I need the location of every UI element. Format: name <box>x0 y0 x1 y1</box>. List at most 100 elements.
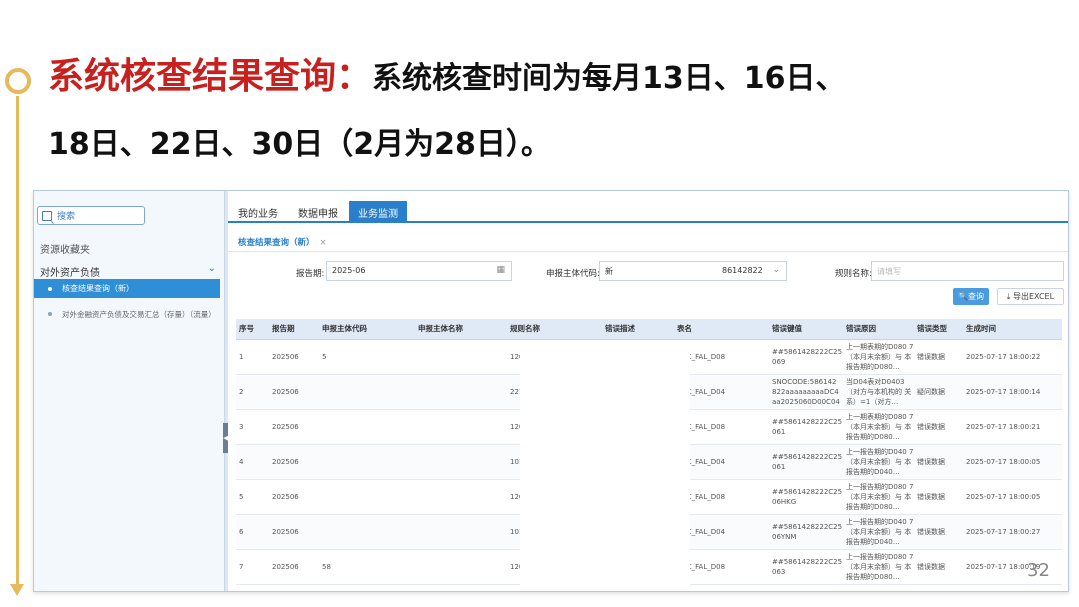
sidebar-search-label: 搜索 <box>57 212 76 222</box>
sidebar-item-asset-liability-summary[interactable]: 对外金融资产负债及交易汇总（存量）（流量） <box>34 306 224 322</box>
main-panel: 我的业务 数据申报 业务监测 核查结果查询（新） × 报告期: 2025-06 … <box>228 191 1068 591</box>
table-cell <box>415 514 507 550</box>
bullet-icon <box>48 286 52 291</box>
rule-name-label: 规则名称: <box>835 269 872 279</box>
table-cell: 上一报告期的D080 7（本月末余额）与 本报告期的D080… <box>843 479 914 515</box>
table-cell: 上一期表期的D080 7（本月末余额）与 本报告期的D080… <box>843 339 914 375</box>
table-cell: 2025-07-17 18:00:21 <box>963 409 1062 445</box>
table-header-row: 序号 报告期 申报主体代码 申报主体名称 规则名称 错误描述 表名 错误键值 错… <box>236 319 1062 340</box>
table-cell: 错误数据 <box>914 339 963 375</box>
column-header[interactable]: 错误原因 <box>843 319 914 340</box>
sidebar-item-check-results[interactable]: 核查结果查询（新） <box>34 279 220 298</box>
chevron-down-icon: ⌄ <box>772 265 780 275</box>
column-header[interactable]: 错误键值 <box>769 319 843 340</box>
slide-title-text: 系统核查时间为每月13日、16日、 <box>372 61 846 96</box>
table-cell <box>319 479 415 515</box>
table-cell: 202506 <box>269 549 319 585</box>
sidebar-item-label: 对外金融资产负债及交易汇总（存量）（流量） <box>62 309 216 319</box>
redaction-mask <box>520 341 690 591</box>
sidebar-item-label: 核查结果查询（新） <box>62 284 134 293</box>
subtab-check-results[interactable]: 核查结果查询（新） × <box>238 236 327 248</box>
table-cell <box>319 409 415 445</box>
chevron-down-icon: ⌄ <box>207 263 216 274</box>
table-cell: 2025-07-17 18:00:05 <box>963 479 1062 515</box>
entity-code-select[interactable]: 新 86142822 ⌄ <box>599 261 787 281</box>
column-header[interactable]: 错误类型 <box>914 319 963 340</box>
table-cell <box>415 409 507 445</box>
table-cell: ##5861428222C25 06HKG <box>769 479 843 515</box>
table-cell: ##5861428222C25 069 <box>769 339 843 375</box>
column-header[interactable]: 序号 <box>236 319 269 340</box>
table-cell: 5 <box>236 479 269 515</box>
column-header[interactable]: 申报主体代码 <box>319 319 415 340</box>
table-cell: ##5861428222C25 063 <box>769 549 843 585</box>
table-cell: 当D04表对D0403 （对方与本机构的 关系）=1（对方… <box>843 374 914 410</box>
column-header[interactable]: 报告期 <box>269 319 319 340</box>
table-cell: 上一期表期的D080 7（本月末余额）与 本报告期的D080… <box>843 409 914 445</box>
sidebar-group-foreign-assets[interactable]: 对外资产负债 ⌄ <box>40 263 218 279</box>
column-header[interactable]: 表名 <box>674 319 769 340</box>
sidebar-search-box[interactable]: 搜索 <box>37 206 145 225</box>
table-cell: 6 <box>236 514 269 550</box>
table-cell <box>319 374 415 410</box>
report-period-value: 2025-06 <box>332 266 366 275</box>
table-cell: 2025-07-17 18:00:27 <box>963 514 1062 550</box>
column-header[interactable]: 申报主体名称 <box>415 319 507 340</box>
table-cell <box>415 444 507 480</box>
column-header[interactable]: 错误描述 <box>602 319 674 340</box>
slide-title-line2: 18日、22日、30日（2月为28日）。 <box>48 127 551 162</box>
table-cell: 7 <box>236 549 269 585</box>
column-header[interactable]: 生成时间 <box>963 319 1062 340</box>
entity-code-prefix: 新 <box>605 267 613 276</box>
table-cell: 202506 <box>269 374 319 410</box>
table-cell: 疑问数据 <box>914 374 963 410</box>
calendar-icon: ▦ <box>496 265 505 275</box>
table-cell: 2 <box>236 374 269 410</box>
entity-code-value: 86142822 <box>722 266 763 275</box>
sidebar-group-label: 对外资产负债 <box>40 268 100 279</box>
table-cell: 2025-07-17 18:00:14 <box>963 374 1062 410</box>
subtab-label: 核查结果查询（新） <box>238 238 315 248</box>
table-cell: 2025-07-17 18:00:05 <box>963 444 1062 480</box>
rule-name-input[interactable]: 请填写 <box>871 261 1064 281</box>
decorative-arrow-icon <box>10 584 24 596</box>
table-cell: 错误数据 <box>914 514 963 550</box>
app-window: 搜索 资源收藏夹 对外资产负债 ⌄ 核查结果查询（新） 对外金融资产负债及交易汇… <box>33 190 1069 592</box>
table-cell <box>415 374 507 410</box>
table-cell: 上一报告期的D040 7（本月末余额）与 本报告期的D040… <box>843 514 914 550</box>
close-icon[interactable]: × <box>319 238 326 248</box>
table-cell: 202506 <box>269 514 319 550</box>
table-cell: 错误数据 <box>914 444 963 480</box>
table-cell <box>319 514 415 550</box>
table-cell <box>415 339 507 375</box>
table-cell: 错误数据 <box>914 549 963 585</box>
table-cell: 1 <box>236 339 269 375</box>
entity-code-label: 申报主体代码: <box>546 269 600 279</box>
table-cell: 202506 <box>269 409 319 445</box>
slide-title-highlight: 系统核查结果查询： <box>48 56 373 97</box>
table-cell: ##5861428222C25 061 <box>769 409 843 445</box>
table-cell <box>415 479 507 515</box>
export-excel-button[interactable]: ⤓ 导出EXCEL <box>997 288 1064 305</box>
page-number: 32 <box>1027 560 1050 581</box>
report-period-label: 报告期: <box>296 269 325 279</box>
table-cell: 202506 <box>269 339 319 375</box>
sidebar-favorites[interactable]: 资源收藏夹 <box>40 241 90 256</box>
table-cell: 上一报告期的D040 7（本月末余额）与 本报告期的D040… <box>843 444 914 480</box>
decorative-ring <box>5 68 31 94</box>
report-period-input[interactable]: 2025-06 ▦ <box>326 261 512 281</box>
tab-business-monitoring[interactable]: 业务监测 <box>349 201 407 223</box>
table-cell <box>319 444 415 480</box>
table-cell: 202506 <box>269 444 319 480</box>
tab-my-business[interactable]: 我的业务 <box>230 201 286 223</box>
subtab-divider <box>228 251 1068 252</box>
table-cell: ##5861428222C25 06YNM <box>769 514 843 550</box>
table-cell: ##5861428222C25 061 <box>769 444 843 480</box>
tab-data-reporting[interactable]: 数据申报 <box>290 201 346 223</box>
query-button[interactable]: 🔍查询 <box>953 288 989 305</box>
bullet-icon <box>48 312 52 316</box>
table-cell: 5 <box>319 339 415 375</box>
table-cell: 2025-07-17 18:00:22 <box>963 339 1062 375</box>
column-header[interactable]: 规则名称 <box>507 319 602 340</box>
table-cell: SNOCODE:586142 822aaaaaaaaaDC4 aa2025060… <box>769 374 843 410</box>
